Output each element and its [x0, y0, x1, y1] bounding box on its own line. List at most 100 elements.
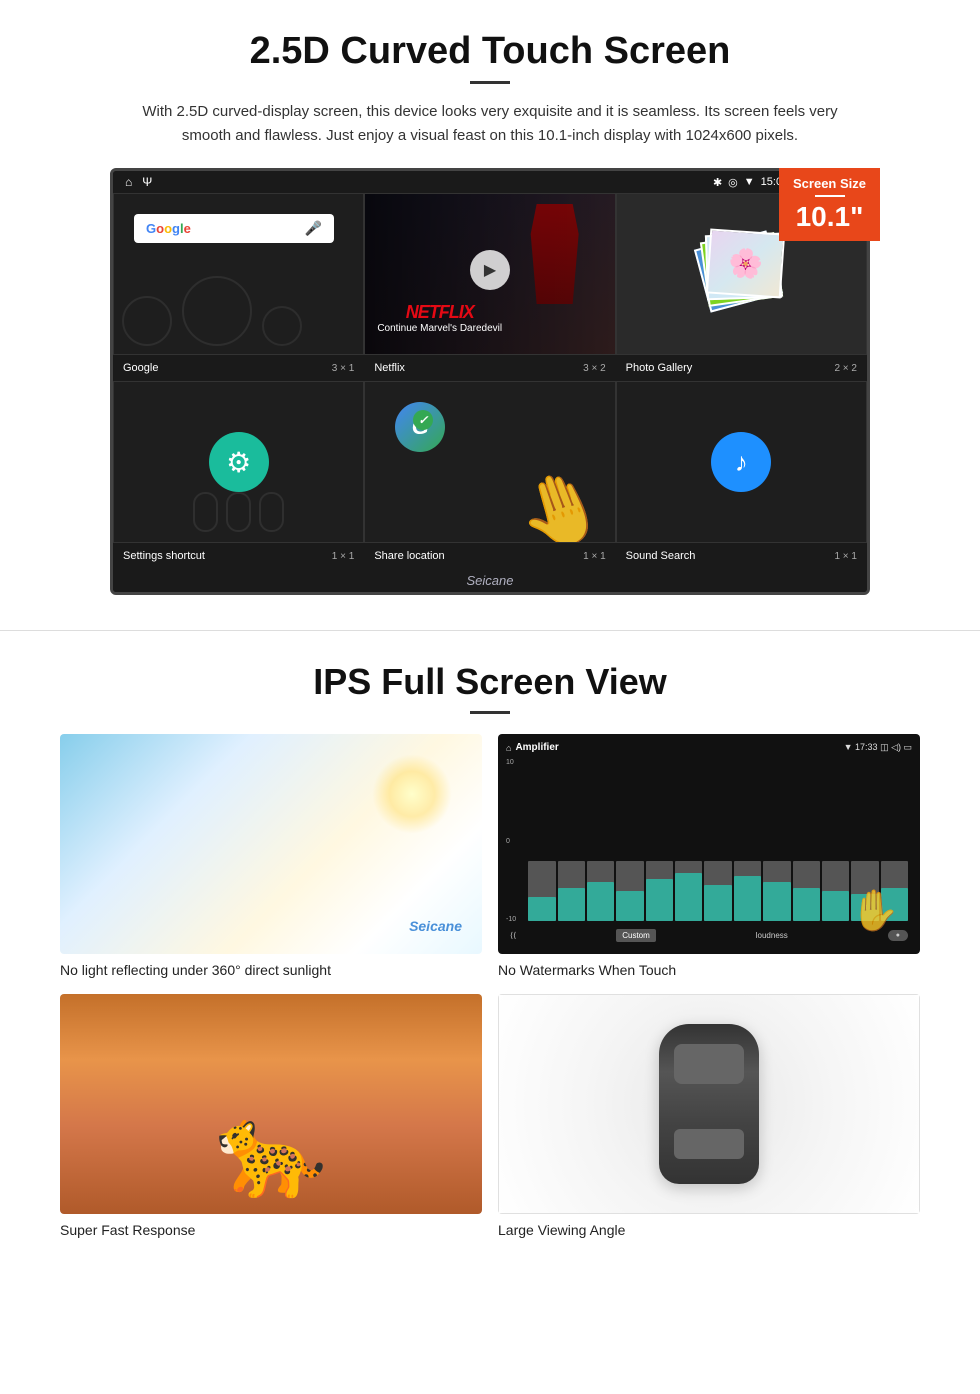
app-cell-netflix[interactable]: ▶ NETFLIX Continue Marvel's Daredevil [364, 193, 615, 355]
hand-gesture-icon: 🤚 [506, 458, 615, 542]
eq-bar-2[interactable] [587, 861, 614, 921]
sound-app-size: 1 × 1 [834, 551, 857, 562]
eq-bar-4[interactable] [646, 861, 673, 921]
maps-checkmark: ✓ [413, 410, 433, 430]
badge-size: 10.1" [796, 201, 864, 232]
status-bar: ⌂ Ψ ✱ ◎ ▼ 15:06 ◫ ◁) ☒ ▭ [113, 171, 867, 193]
eq-bar-0[interactable] [528, 861, 555, 921]
settings-cell-inner: ⚙ [114, 382, 363, 542]
ghost-person-3 [259, 492, 284, 532]
image-item-cheetah: 🐆 Super Fast Response [60, 994, 482, 1238]
section2-divider [470, 711, 510, 714]
gallery-app-name: Photo Gallery [626, 362, 693, 374]
mic-icon[interactable]: 🎤 [305, 220, 322, 237]
label-gallery: Photo Gallery 2 × 2 [616, 359, 867, 377]
ghost-person-1 [193, 492, 218, 532]
google-app-name: Google [123, 362, 158, 374]
gallery-app-size: 2 × 2 [834, 363, 857, 374]
eq-prev-icon[interactable]: ⟨⟨ [510, 931, 516, 940]
section1-title: 2.5D Curved Touch Screen [60, 30, 920, 73]
label-share: Share location 1 × 1 [364, 547, 615, 565]
app-cell-google[interactable]: Google 🎤 [113, 193, 364, 355]
cheetah-placeholder: 🐆 [60, 994, 482, 1214]
netflix-app-name: Netflix [374, 362, 405, 374]
eq-bar-7[interactable] [734, 861, 761, 921]
share-app-size: 1 × 1 [583, 551, 606, 562]
share-cell-inner: G ✓ 🤚 [365, 382, 614, 542]
netflix-logo: NETFLIX [377, 302, 502, 323]
eq-caption: No Watermarks When Touch [498, 962, 920, 978]
eq-bar-10[interactable] [822, 861, 849, 921]
sunlight-image: Seicane [60, 734, 482, 954]
play-button[interactable]: ▶ [470, 250, 510, 290]
section1-description: With 2.5D curved-display screen, this de… [140, 100, 840, 148]
sunlight-caption: No light reflecting under 360° direct su… [60, 962, 482, 978]
feature-image-grid: Seicane No light reflecting under 360° d… [60, 734, 920, 1238]
settings-app-name: Settings shortcut [123, 550, 205, 562]
ghost-person-2 [226, 492, 251, 532]
ghost-bg [114, 294, 363, 354]
label-settings: Settings shortcut 1 × 1 [113, 547, 364, 565]
badge-label: Screen Size [793, 176, 866, 191]
eq-labels: 100-10 [506, 757, 516, 925]
settings-icon: ⚙ [209, 432, 269, 492]
section1-divider [470, 81, 510, 84]
badge-divider-line [815, 195, 845, 197]
cheetah-image: 🐆 [60, 994, 482, 1214]
section-divider-hr [0, 630, 980, 631]
eq-bar-3[interactable] [616, 861, 643, 921]
car-windshield [674, 1044, 744, 1084]
home-icon[interactable]: ⌂ [125, 175, 132, 189]
sound-search-icon: ♪ [711, 432, 771, 492]
share-app-name: Share location [374, 550, 444, 562]
app-cell-settings[interactable]: ⚙ [113, 381, 364, 543]
flower-icon: 🌸 [727, 246, 764, 281]
eq-bar-1[interactable] [558, 861, 585, 921]
app-labels-top: Google 3 × 1 Netflix 3 × 2 Photo Gallery… [113, 355, 867, 381]
eq-placeholder: ⌂ Amplifier ▼ 17:33 ◫ ◁) ▭ 100-10 ⟨⟨ [498, 734, 920, 954]
netflix-cell-inner: ▶ NETFLIX Continue Marvel's Daredevil [365, 194, 614, 354]
eq-title: Amplifier [515, 742, 558, 753]
wifi-icon: ▼ [744, 176, 755, 188]
status-bar-left: ⌂ Ψ [125, 175, 152, 189]
device-frame: ⌂ Ψ ✱ ◎ ▼ 15:06 ◫ ◁) ☒ ▭ [110, 168, 870, 595]
sound-cell-inner: ♪ [617, 382, 866, 542]
eq-bar-9[interactable] [793, 861, 820, 921]
image-item-sunlight: Seicane No light reflecting under 360° d… [60, 734, 482, 978]
image-item-eq: ⌂ Amplifier ▼ 17:33 ◫ ◁) ▭ 100-10 ⟨⟨ [498, 734, 920, 978]
app-labels-bottom: Settings shortcut 1 × 1 Share location 1… [113, 543, 867, 569]
label-google: Google 3 × 1 [113, 359, 364, 377]
car-rear-window [674, 1129, 744, 1159]
ghost-people [193, 492, 284, 532]
eq-bar-6[interactable] [704, 861, 731, 921]
car-top-view [659, 1024, 759, 1184]
car-image [498, 994, 920, 1214]
eq-bar-5[interactable] [675, 861, 702, 921]
netflix-subtitle: Continue Marvel's Daredevil [377, 323, 502, 334]
eq-hand-icon: ✋ [850, 887, 900, 934]
sunlight-placeholder: Seicane [60, 734, 482, 954]
location-icon: ◎ [728, 176, 738, 189]
app-cell-sound[interactable]: ♪ [616, 381, 867, 543]
label-netflix: Netflix 3 × 2 [364, 359, 615, 377]
google-search-bar[interactable]: Google 🎤 [134, 214, 334, 243]
app-grid-bottom: ⚙ G ✓ 🤚 [113, 381, 867, 543]
cheetah-icon: 🐆 [215, 1099, 327, 1204]
car-caption: Large Viewing Angle [498, 1222, 920, 1238]
eq-loudness-label: loudness [756, 931, 788, 940]
eq-topbar: ⌂ Amplifier ▼ 17:33 ◫ ◁) ▭ [506, 742, 912, 753]
eq-bar-8[interactable] [763, 861, 790, 921]
photo-stack: 🌸 [696, 229, 786, 319]
app-cell-share[interactable]: G ✓ 🤚 [364, 381, 615, 543]
eq-preset[interactable]: Custom [616, 929, 656, 942]
google-cell-inner: Google 🎤 [114, 194, 363, 354]
google-logo: Google [146, 221, 191, 236]
seicane-logo-overlay: Seicane [409, 918, 462, 934]
car-placeholder [498, 994, 920, 1214]
netflix-app-size: 3 × 2 [583, 363, 606, 374]
device-mockup: Screen Size 10.1" ⌂ Ψ ✱ ◎ ▼ 15:06 ◫ ◁) ☒ [110, 168, 870, 595]
section-ips: IPS Full Screen View Seicane No light re… [0, 641, 980, 1278]
app-grid-top: Google 🎤 [113, 193, 867, 355]
netflix-info: NETFLIX Continue Marvel's Daredevil [377, 302, 502, 334]
google-app-size: 3 × 1 [332, 363, 355, 374]
